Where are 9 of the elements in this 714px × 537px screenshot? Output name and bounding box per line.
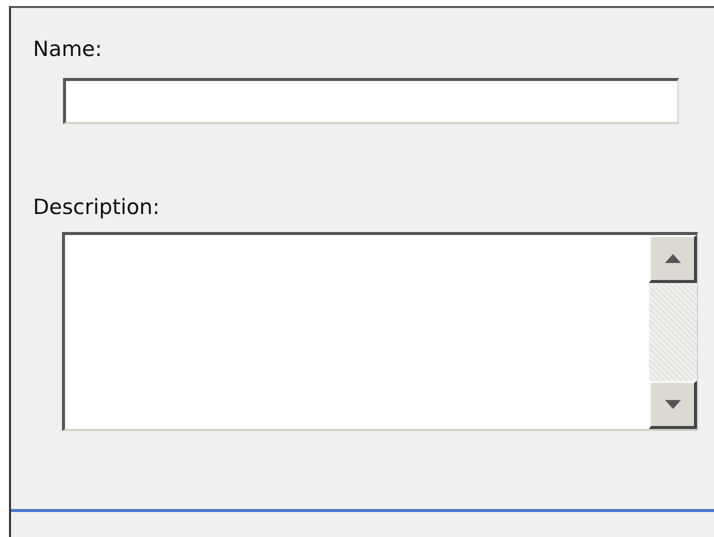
field-label: Name: — [33, 36, 104, 62]
field-label: Description: — [33, 194, 161, 220]
scroll-up-button[interactable] — [649, 235, 697, 283]
scrollbar[interactable] — [649, 235, 697, 429]
description-field[interactable] — [62, 232, 698, 431]
name-field[interactable] — [63, 78, 679, 124]
down-arrow-icon — [664, 400, 680, 409]
scroll-down-button[interactable] — [649, 381, 697, 429]
up-arrow-icon — [664, 254, 680, 263]
